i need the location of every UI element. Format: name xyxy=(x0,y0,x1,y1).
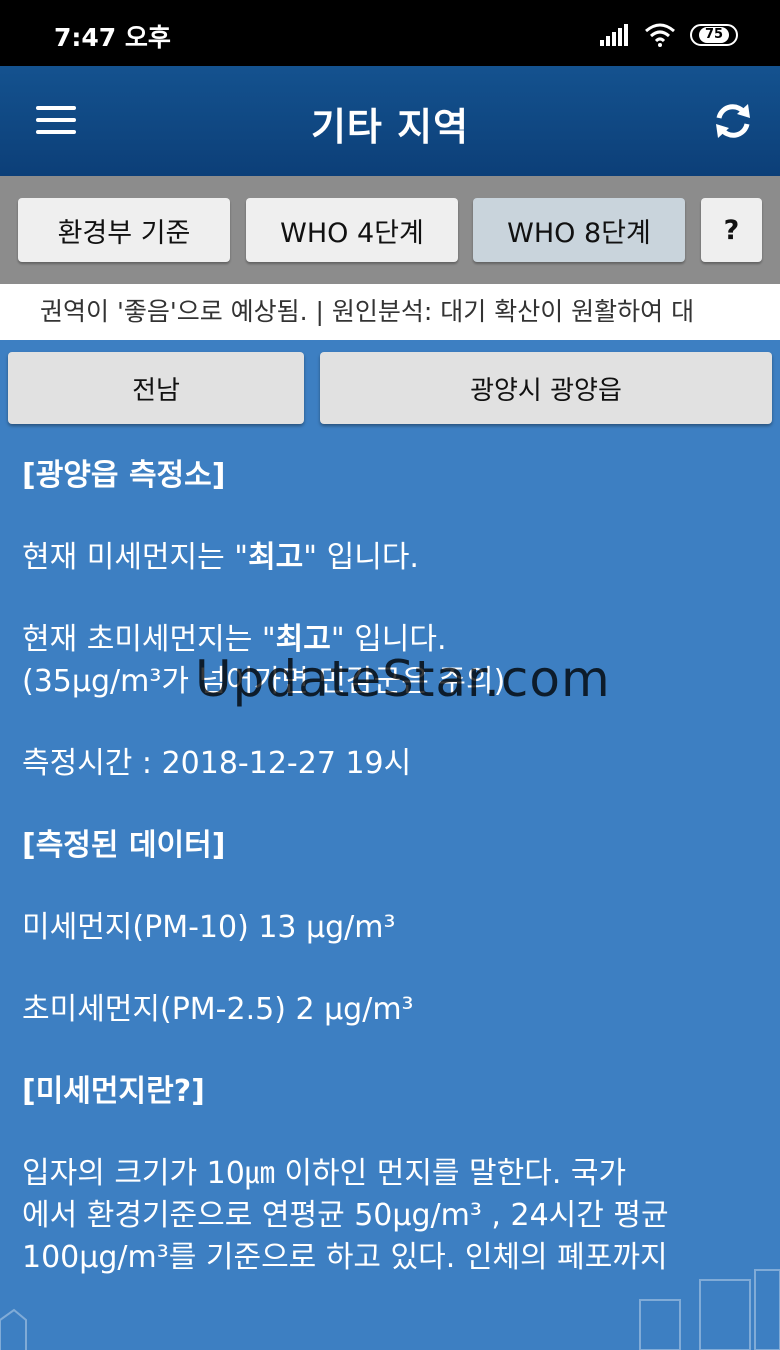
tab-ministry-standard[interactable]: 환경부 기준 xyxy=(18,198,230,262)
forecast-ticker: 권역이 '좋음'으로 예상됨. | 원인분석: 대기 확산이 원활하여 대 xyxy=(0,284,780,340)
page-title: 기타 지역 xyxy=(310,105,470,149)
province-select-button[interactable]: 전남 xyxy=(8,352,304,424)
help-button[interactable]: ? xyxy=(701,198,762,262)
wifi-icon xyxy=(645,23,675,47)
status-time: 7:47 오후 xyxy=(54,23,171,52)
tab-who-4-level[interactable]: WHO 4단계 xyxy=(246,198,458,262)
battery-level: 75 xyxy=(698,27,730,43)
standard-tab-strip: 환경부 기준 WHO 4단계 WHO 8단계 ? xyxy=(0,176,780,284)
tab-who-8-level[interactable]: WHO 8단계 xyxy=(473,198,685,262)
app-bar: 기타 지역 xyxy=(0,66,780,176)
about-text-line: 입자의 크기가 10㎛ 이하인 먼지를 말한다. 국가 xyxy=(22,1156,627,1191)
pm10-status: 현재 미세먼지는 "최고" 입니다. xyxy=(22,540,419,575)
status-icons: 75 xyxy=(600,20,738,50)
battery-icon: 75 xyxy=(690,24,738,46)
pm10-grade: 최고 xyxy=(248,540,304,575)
city-skyline-illustration xyxy=(0,1269,780,1350)
pm25-value: 초미세먼지(PM-2.5) 2 μg/m³ xyxy=(22,992,414,1027)
station-select-button[interactable]: 광양시 광양읍 xyxy=(320,352,772,424)
watermark: UpdateStar.com xyxy=(195,650,611,708)
signal-icon xyxy=(600,24,628,46)
pm10-value: 미세먼지(PM-10) 13 μg/m³ xyxy=(22,910,396,945)
measure-time: 측정시간 : 2018-12-27 19시 xyxy=(22,746,412,781)
data-heading: [측정된 데이터] xyxy=(22,828,226,863)
air-quality-report: [광양읍 측정소] 현재 미세먼지는 "최고" 입니다. 현재 초미세먼지는 "… xyxy=(22,455,762,1279)
station-title: [광양읍 측정소] xyxy=(22,458,226,493)
status-bar: 7:47 오후 75 xyxy=(0,0,780,66)
refresh-icon[interactable] xyxy=(712,100,754,142)
about-heading: [미세먼지란?] xyxy=(22,1074,205,1109)
about-text-line: 에서 환경기준으로 연평균 50μg/m³ , 24시간 평균 xyxy=(22,1198,669,1233)
